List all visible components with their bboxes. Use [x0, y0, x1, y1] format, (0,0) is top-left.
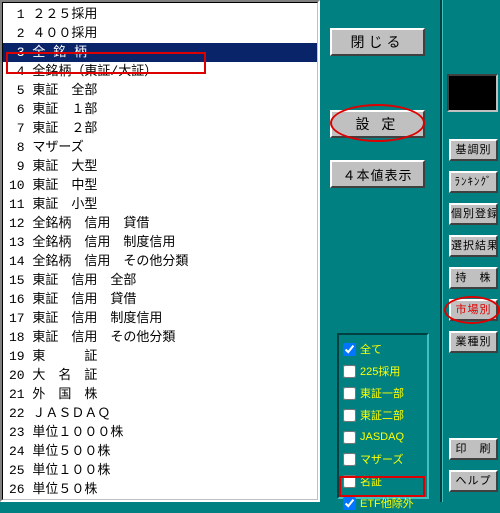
list-row[interactable]: 20 大 名 証 [3, 366, 317, 385]
chk-label: 全て [360, 341, 382, 357]
list-row[interactable]: 14 全銘柄 信用 その他分類 [3, 252, 317, 271]
chk-etf[interactable] [343, 497, 356, 510]
list-row[interactable]: 26 単位５０株 [3, 480, 317, 499]
chk-label: JASDAQ [360, 431, 404, 443]
four-values-button[interactable]: ４本値表示 [330, 160, 425, 188]
side-btn-sentaku[interactable]: 選択結果 [449, 235, 498, 257]
side-btn-help[interactable]: ヘルプ [449, 470, 498, 492]
chk-label: 東証二部 [360, 407, 404, 423]
chk-225[interactable] [343, 365, 356, 378]
stock-list-panel: 1 ２２５採用 2 ４００採用 3 全 銘 柄 4 全銘柄（東証/大証） 5 東… [0, 0, 320, 502]
chk-row-etf[interactable]: ETF他除外 [343, 493, 423, 513]
preview-box [447, 74, 498, 112]
list-row[interactable]: 15 東証 信用 全部 [3, 271, 317, 290]
list-row[interactable]: 7 東証 ２部 [3, 119, 317, 138]
list-row[interactable]: 4 全銘柄（東証/大証） [3, 62, 317, 81]
side-btn-mochikabu[interactable]: 持 株 [449, 267, 498, 289]
chk-t1[interactable] [343, 387, 356, 400]
list-row[interactable]: 13 全銘柄 信用 制度信用 [3, 233, 317, 252]
side-btn-kichou[interactable]: 基調別 [449, 139, 498, 161]
list-row[interactable]: 21 外 国 株 [3, 385, 317, 404]
vertical-separator [440, 0, 443, 502]
list-row[interactable]: 11 東証 小型 [3, 195, 317, 214]
side-btn-ranking[interactable]: ﾗﾝｷﾝｸﾞ [449, 171, 498, 193]
list-row[interactable]: 9 東証 大型 [3, 157, 317, 176]
set-button[interactable]: 設 定 [330, 110, 425, 138]
list-row[interactable]: 12 全銘柄 信用 貸借 [3, 214, 317, 233]
side-btn-kobetsu[interactable]: 個別登録 [449, 203, 498, 225]
list-row[interactable]: 24 単位５００株 [3, 442, 317, 461]
side-btn-gyoushu[interactable]: 業種別 [449, 331, 498, 353]
list-row[interactable]: 25 単位１００株 [3, 461, 317, 480]
chk-all[interactable] [343, 343, 356, 356]
list-row[interactable]: 8 マザーズ [3, 138, 317, 157]
filter-panel: 全て 225採用 東証一部 東証二部 JASDAQ マザーズ 名証 ETF他除外 [337, 333, 429, 499]
side-btn-print[interactable]: 印 刷 [449, 438, 498, 460]
chk-label: 東証一部 [360, 385, 404, 401]
chk-meisho[interactable] [343, 475, 356, 488]
list-row[interactable]: 18 東証 信用 その他分類 [3, 328, 317, 347]
chk-label: マザーズ [360, 451, 403, 467]
chk-row-mothers[interactable]: マザーズ [343, 449, 423, 469]
chk-row-t2[interactable]: 東証二部 [343, 405, 423, 425]
list-row[interactable]: 1 ２２５採用 [3, 5, 317, 24]
list-row[interactable]: 5 東証 全部 [3, 81, 317, 100]
list-row[interactable]: 10 東証 中型 [3, 176, 317, 195]
list-row[interactable]: 2 ４００採用 [3, 24, 317, 43]
chk-row-jasdaq[interactable]: JASDAQ [343, 427, 423, 447]
chk-row-225[interactable]: 225採用 [343, 361, 423, 381]
close-button[interactable]: 閉じる [330, 28, 425, 56]
list-row[interactable]: 17 東証 信用 制度信用 [3, 309, 317, 328]
list-row[interactable]: 23 単位１０００株 [3, 423, 317, 442]
chk-mothers[interactable] [343, 453, 356, 466]
chk-row-all[interactable]: 全て [343, 339, 423, 359]
chk-label: 225採用 [360, 363, 400, 379]
chk-row-t1[interactable]: 東証一部 [343, 383, 423, 403]
list-row[interactable]: 6 東証 １部 [3, 100, 317, 119]
chk-t2[interactable] [343, 409, 356, 422]
chk-jasdaq[interactable] [343, 431, 356, 444]
chk-label: ETF他除外 [360, 495, 414, 511]
list-row[interactable]: 19 東 証 [3, 347, 317, 366]
list-row[interactable]: 22 ＪＡＳＤＡＱ [3, 404, 317, 423]
chk-row-meisho[interactable]: 名証 [343, 471, 423, 491]
side-btn-shijou[interactable]: 市場別 [449, 299, 498, 321]
chk-label: 名証 [360, 473, 382, 489]
list-row[interactable]: 16 東証 信用 貸借 [3, 290, 317, 309]
list-row[interactable]: 3 全 銘 柄 [3, 43, 317, 62]
